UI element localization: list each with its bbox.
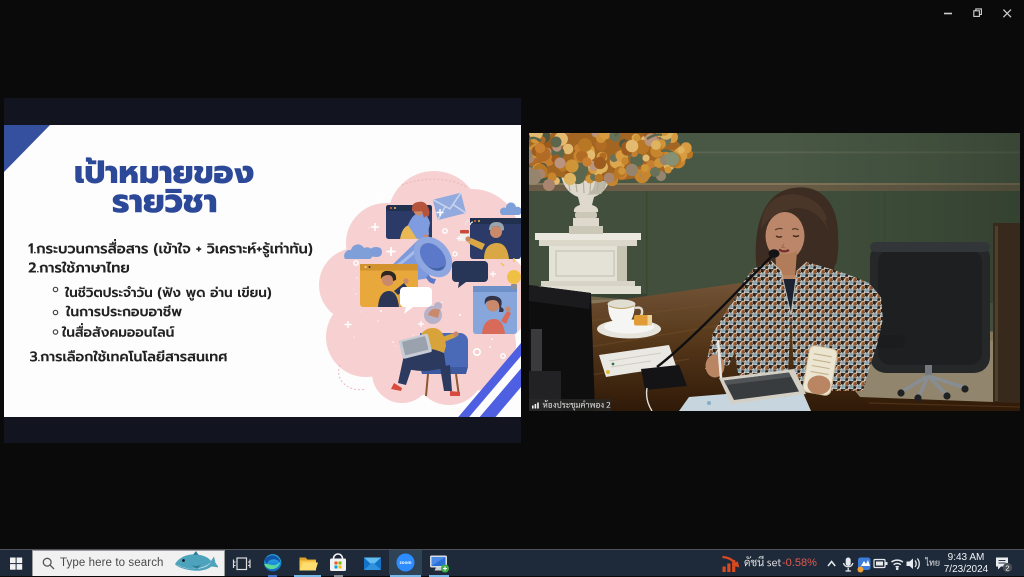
svg-text:zoom: zoom: [400, 560, 412, 565]
svg-text:2: 2: [1005, 563, 1009, 572]
